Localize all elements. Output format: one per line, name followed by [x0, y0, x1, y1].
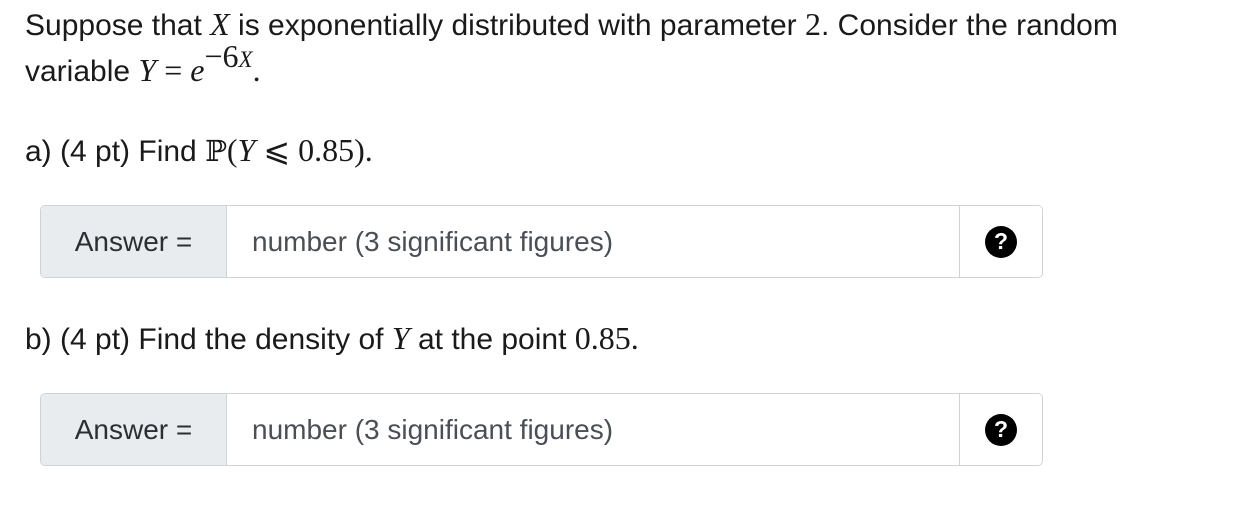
problem-text: is exponentially distributed with parame…	[229, 9, 805, 42]
part-b-question: b) (4 pt) Find the density of Y at the p…	[25, 314, 639, 364]
math-exponent: −6X	[204, 40, 253, 72]
problem-text: variable	[25, 55, 139, 88]
math-period: .	[252, 52, 261, 88]
question-page: Suppose that X is exponentially distribu…	[0, 0, 1252, 506]
math-variable-y: Y	[391, 320, 410, 356]
math-equals: =	[164, 52, 183, 88]
answer-b-group: Answer = ?	[40, 393, 1043, 466]
math-variable-y: Y	[138, 52, 157, 88]
probability-symbol: ℙ	[205, 134, 227, 168]
math-paren: (	[226, 132, 238, 168]
question-circle-icon: ?	[985, 225, 1017, 258]
problem-text: Suppose that	[25, 9, 211, 42]
answer-a-group: Answer = ?	[40, 205, 1043, 278]
answer-b-input[interactable]	[227, 394, 959, 465]
math-parameter: 2	[805, 6, 821, 42]
math-paren: ).	[354, 132, 373, 168]
part-a-label: a) (4 pt) Find	[25, 135, 206, 168]
math-variable-x: X	[210, 6, 230, 42]
answer-a-help-button[interactable]: ?	[959, 206, 1042, 277]
answer-a-prefix: Answer =	[41, 206, 227, 277]
answer-b-help-button[interactable]: ?	[959, 394, 1042, 465]
exponent-variable: X	[238, 47, 253, 72]
problem-text: . Consider the random	[821, 9, 1118, 42]
answer-b-prefix: Answer =	[41, 394, 227, 465]
math-value: 0.85	[298, 132, 355, 168]
exponent-coefficient: −6	[204, 38, 239, 74]
math-base-e: e	[190, 52, 205, 88]
math-variable-y: Y	[237, 132, 256, 168]
math-leq: ⩽	[263, 132, 291, 168]
answer-a-input[interactable]	[227, 206, 959, 277]
problem-statement-line-1: Suppose that X is exponentially distribu…	[25, 0, 1118, 50]
question-circle-icon: ?	[985, 413, 1017, 446]
part-b-text: at the point	[409, 323, 575, 356]
part-b-label: b) (4 pt) Find the density of	[25, 323, 392, 356]
part-a-question: a) (4 pt) Find ℙ(Y ⩽ 0.85).	[25, 126, 373, 176]
problem-statement-line-2: variable Y = e−6X.	[25, 40, 261, 96]
math-value: 0.85	[574, 320, 631, 356]
math-period: .	[630, 320, 639, 356]
